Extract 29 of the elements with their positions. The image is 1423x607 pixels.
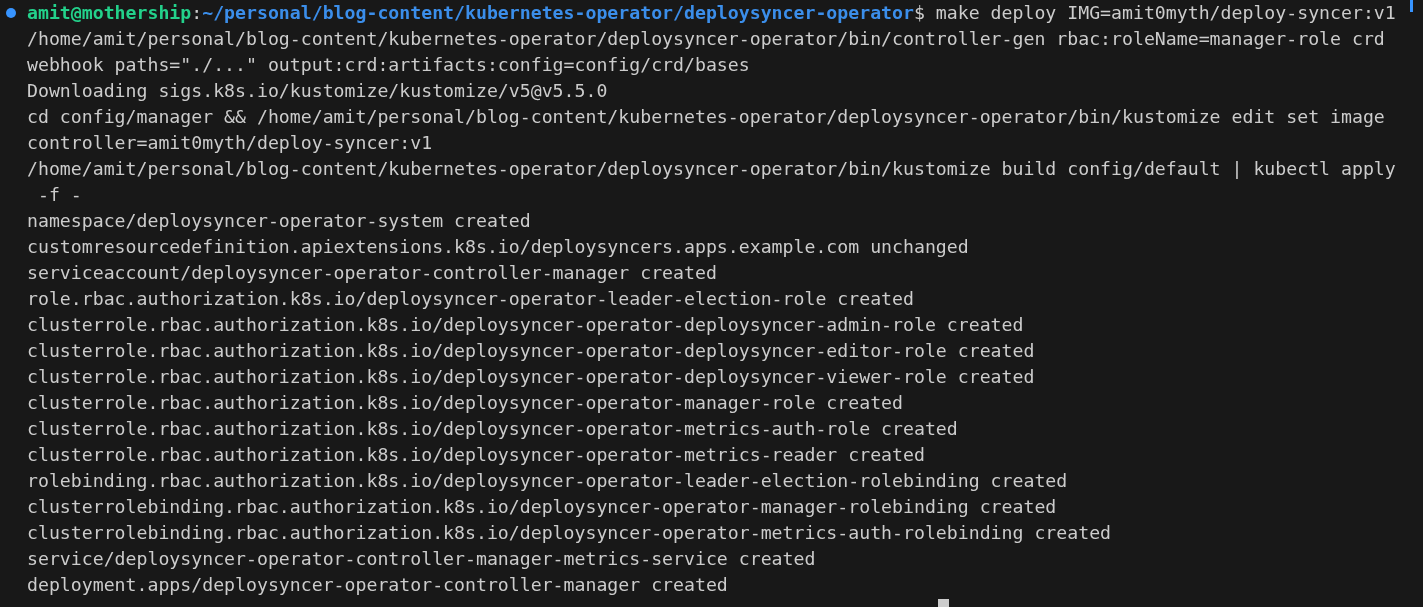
output-line: clusterrole.rbac.authorization.k8s.io/deploysyncer-operator-manager-role created [27, 392, 903, 413]
output-line: webhook paths="./..." output:crd:artifacts:config=config/crd/bases [27, 54, 750, 75]
command-status-dot[interactable] [6, 8, 16, 18]
output-line: clusterrolebinding.rbac.authorization.k8s.io/deploysyncer-operator-manager-rolebinding created [27, 496, 1057, 517]
output-line: Downloading sigs.k8s.io/kustomize/kustomize/v5@v5.5.0 [27, 80, 608, 101]
prompt-user: amit@mothership [27, 2, 192, 23]
output-line: service/deploysyncer-operator-controller-manager-metrics-service created [27, 548, 816, 569]
scrollbar-marker [1410, 0, 1413, 12]
output-line: cd config/manager && /home/amit/personal/blog-content/kubernetes-operator/deploysyncer-operator/bin/kustomize edit set image [27, 106, 1385, 127]
output-line: deployment.apps/deploysyncer-operator-controller-manager created [27, 574, 728, 595]
command-text: make deploy IMG=amit0myth/deploy-syncer:v1 [935, 2, 1396, 23]
output-line: clusterrole.rbac.authorization.k8s.io/deploysyncer-operator-deploysyncer-viewer-role created [27, 366, 1035, 387]
output-line: clusterrolebinding.rbac.authorization.k8s.io/deploysyncer-operator-metrics-auth-rolebinding created [27, 522, 1112, 543]
output-line: rolebinding.rbac.authorization.k8s.io/deploysyncer-operator-leader-election-rolebinding created [27, 470, 1068, 491]
output-line: customresourcedefinition.apiextensions.k8s.io/deploysyncers.apps.example.com unchanged [27, 236, 969, 257]
prompt-separator: : [191, 2, 203, 23]
prompt-symbol: $ [913, 2, 925, 23]
output-line: clusterrole.rbac.authorization.k8s.io/deploysyncer-operator-metrics-reader created [27, 444, 925, 465]
output-line: role.rbac.authorization.k8s.io/deploysyncer-operator-leader-election-role created [27, 288, 914, 309]
output-line: clusterrole.rbac.authorization.k8s.io/deploysyncer-operator-metrics-auth-role created [27, 418, 958, 439]
output-line: /home/amit/personal/blog-content/kubernetes-operator/deploysyncer-operator/bin/kustomize build config/default | kubectl apply [27, 158, 1396, 179]
output-line: /home/amit/personal/blog-content/kubernetes-operator/deploysyncer-operator/bin/controller-gen rbac:roleName=manager-role crd [27, 28, 1385, 49]
output-line: clusterrole.rbac.authorization.k8s.io/deploysyncer-operator-deploysyncer-admin-role created [27, 314, 1024, 335]
output-line: namespace/deploysyncer-operator-system created [27, 210, 531, 231]
prompt-path: ~/personal/blog-content/kubernetes-operator/deploysyncer-operator [202, 2, 914, 23]
output-line: -f - [36, 184, 82, 205]
output-line: serviceaccount/deploysyncer-operator-controller-manager created [27, 262, 717, 283]
output-line: controller=amit0myth/deploy-syncer:v1 [27, 132, 433, 153]
output-line: clusterrole.rbac.authorization.k8s.io/deploysyncer-operator-deploysyncer-editor-role created [27, 340, 1035, 361]
